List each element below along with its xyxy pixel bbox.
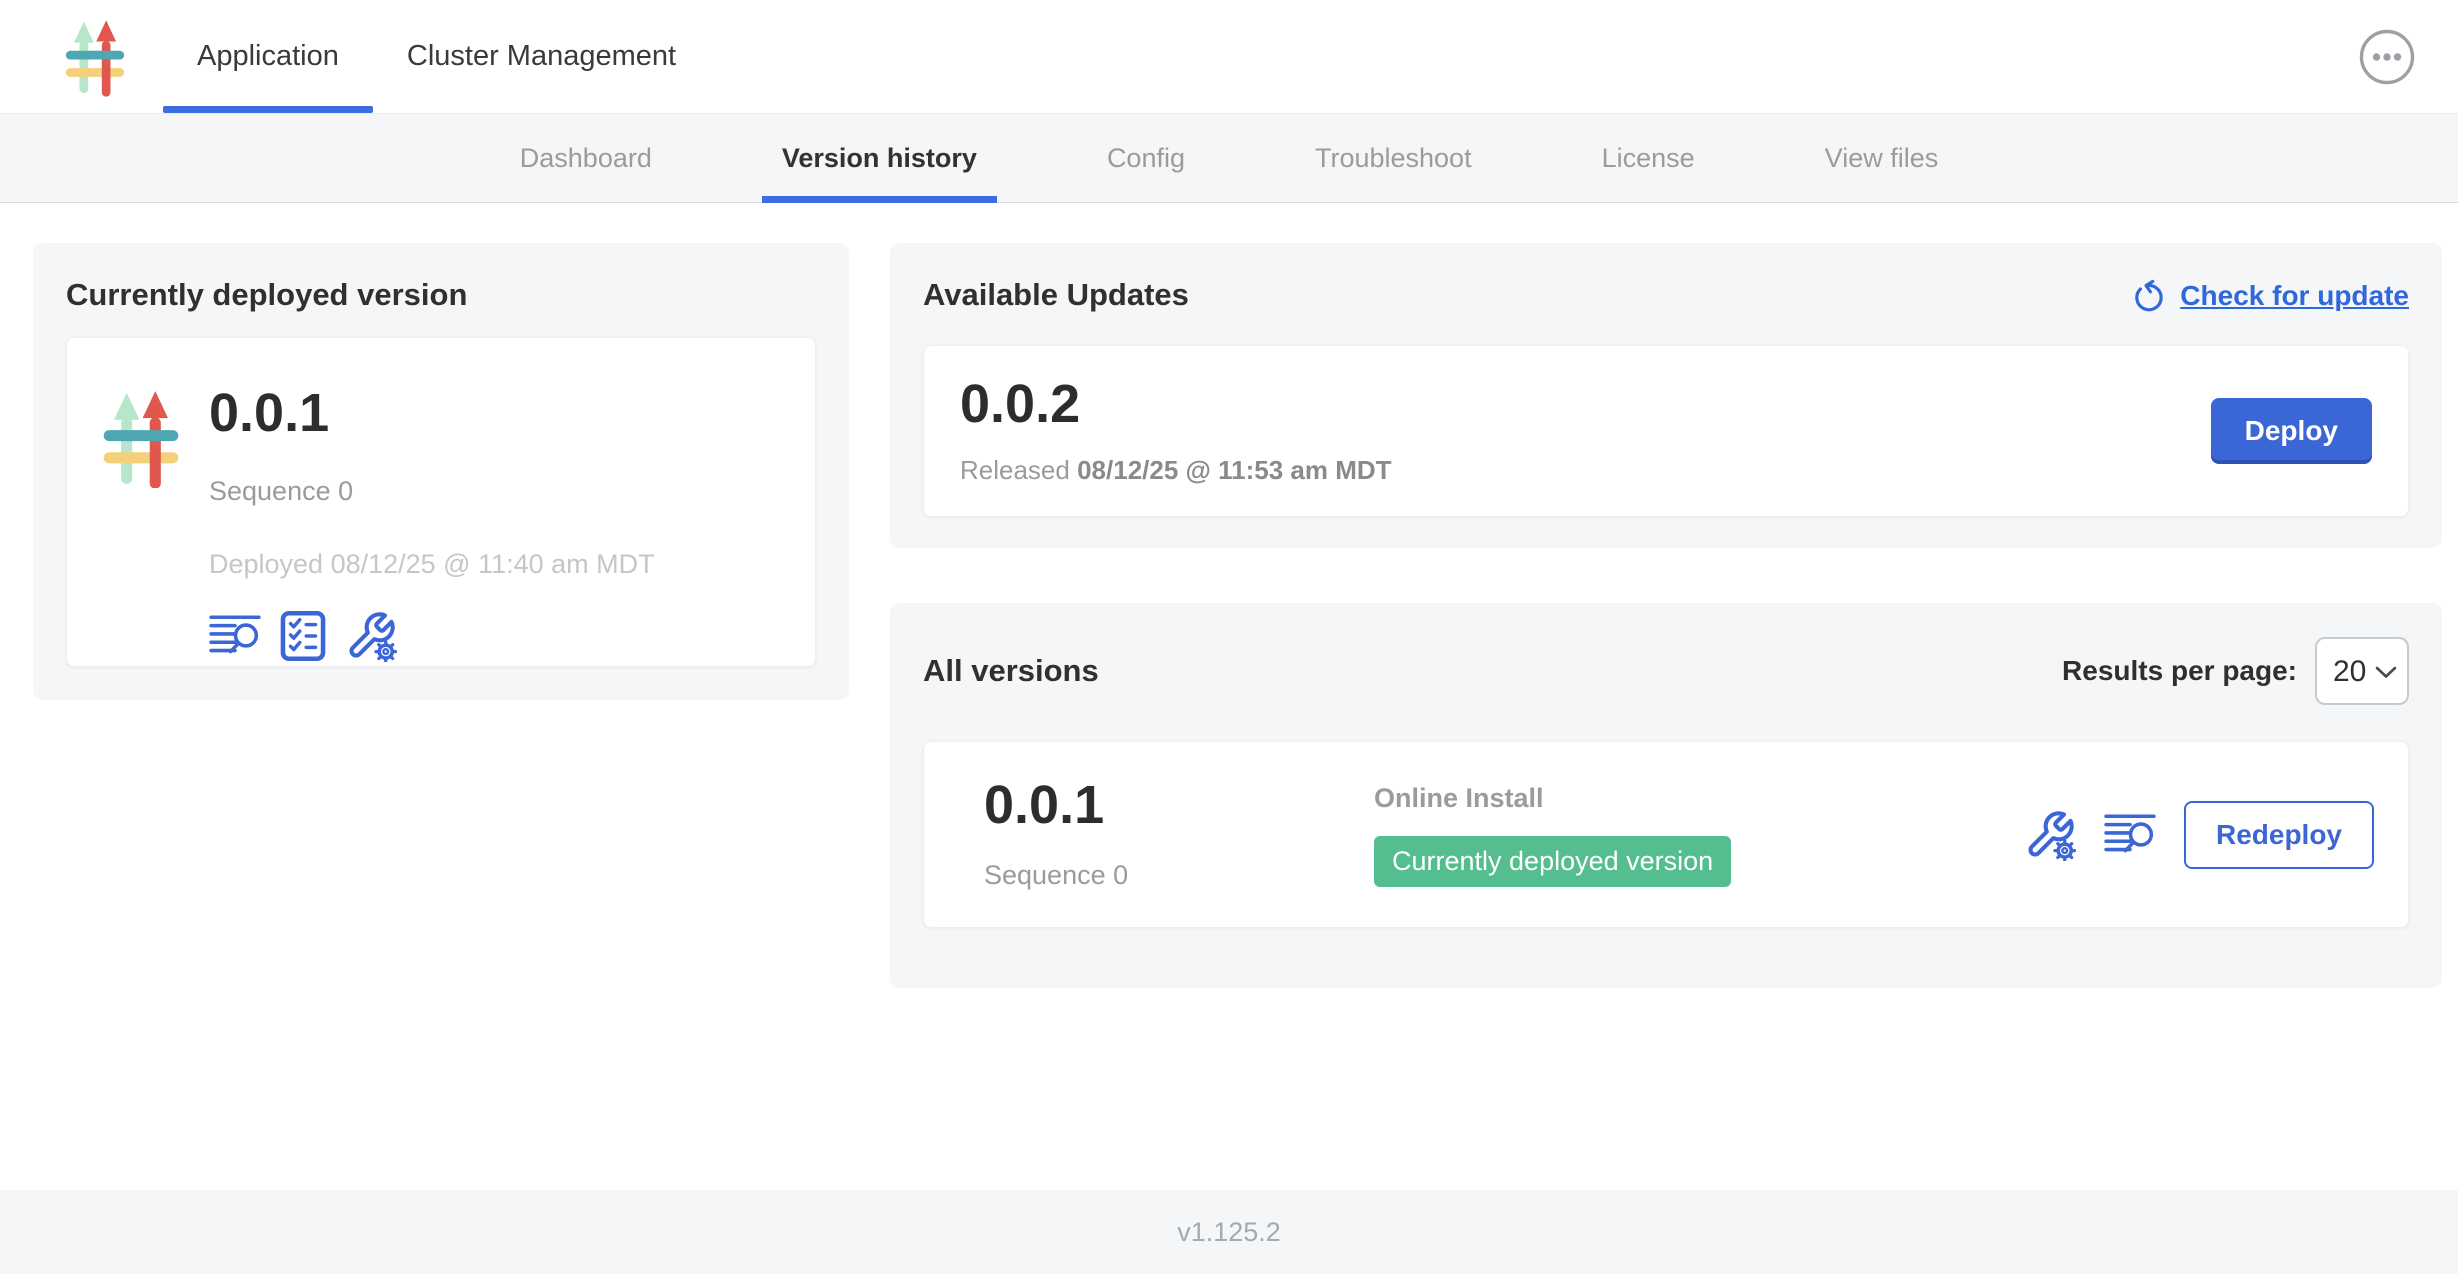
subnav-tab-version-history-label: Version history: [782, 143, 977, 174]
row-sequence: Sequence 0: [984, 860, 1374, 891]
subnav-tab-view-files[interactable]: View files: [1805, 114, 1959, 202]
deployed-timestamp: Deployed 08/12/25 @ 11:40 am MDT: [209, 549, 655, 580]
tab-cluster-management-label: Cluster Management: [407, 40, 676, 73]
row-version-number: 0.0.1: [984, 778, 1374, 832]
available-updates-card: Available Updates Check for update 0.0.2: [890, 243, 2442, 548]
tab-cluster-management[interactable]: Cluster Management: [373, 0, 710, 113]
subnav-tab-troubleshoot[interactable]: Troubleshoot: [1295, 114, 1492, 202]
kots-version-label: v1.125.2: [1177, 1217, 1281, 1248]
subnav-tab-config-label: Config: [1107, 143, 1185, 174]
ellipsis-menu-icon[interactable]: [2358, 28, 2416, 86]
app-subnav: Dashboard Version history Config Trouble…: [0, 113, 2458, 203]
preflight-checks-icon[interactable]: [279, 610, 327, 662]
results-per-page-select[interactable]: 20: [2315, 637, 2409, 705]
redeploy-button[interactable]: Redeploy: [2184, 801, 2374, 869]
header-tabs: Application Cluster Management: [163, 0, 710, 113]
subnav-tab-version-history[interactable]: Version history: [762, 114, 997, 202]
subnav-tab-license[interactable]: License: [1582, 114, 1715, 202]
available-updates-title: Available Updates: [923, 277, 1189, 313]
update-version-number: 0.0.2: [960, 377, 1392, 431]
subnav-tab-troubleshoot-label: Troubleshoot: [1315, 143, 1472, 174]
check-for-update-label: Check for update: [2180, 280, 2409, 312]
diff-icon[interactable]: [209, 613, 261, 659]
app-logo-arrows-icon: [101, 388, 181, 638]
check-for-update-link[interactable]: Check for update: [2130, 277, 2409, 315]
subnav-tab-config[interactable]: Config: [1087, 114, 1205, 202]
subnav-tab-dashboard[interactable]: Dashboard: [500, 114, 672, 202]
app-logo: [0, 0, 163, 113]
tab-application-label: Application: [197, 40, 339, 73]
available-update-row: 0.0.2 Released 08/12/25 @ 11:53 am MDT D…: [923, 345, 2409, 517]
currently-deployed-badge: Currently deployed version: [1374, 836, 1731, 887]
released-prefix: Released: [960, 455, 1070, 485]
refresh-icon: [2130, 277, 2168, 315]
deployed-version-number: 0.0.1: [209, 386, 655, 440]
deployed-card-title: Currently deployed version: [66, 277, 816, 313]
released-date: 08/12/25 @ 11:53 am MDT: [1077, 455, 1391, 485]
config-icon[interactable]: [345, 610, 397, 662]
app-logo-arrows-icon: [64, 16, 126, 98]
install-type-label: Online Install: [1374, 783, 2024, 814]
deployed-version-panel: 0.0.1 Sequence 0 Deployed 08/12/25 @ 11:…: [66, 337, 816, 667]
main-content: Currently deployed version 0.0.1 Sequenc…: [0, 203, 2458, 1190]
currently-deployed-card: Currently deployed version 0.0.1 Sequenc…: [33, 243, 849, 700]
subnav-tab-license-label: License: [1602, 143, 1695, 174]
subnav-tab-view-files-label: View files: [1825, 143, 1939, 174]
config-icon[interactable]: [2024, 809, 2076, 861]
all-versions-title: All versions: [923, 653, 1099, 689]
deploy-button[interactable]: Deploy: [2211, 398, 2372, 464]
version-row: 0.0.1 Sequence 0 Online Install Currentl…: [923, 741, 2409, 928]
deployed-sequence: Sequence 0: [209, 476, 655, 507]
diff-icon[interactable]: [2104, 812, 2156, 858]
top-header: Application Cluster Management: [0, 0, 2458, 113]
results-per-page-label: Results per page:: [2062, 655, 2297, 687]
update-released-line: Released 08/12/25 @ 11:53 am MDT: [960, 455, 1392, 486]
page-footer: v1.125.2: [0, 1190, 2458, 1274]
tab-application[interactable]: Application: [163, 0, 373, 113]
all-versions-card: All versions Results per page: 20 0: [890, 603, 2442, 988]
subnav-tab-dashboard-label: Dashboard: [520, 143, 652, 174]
